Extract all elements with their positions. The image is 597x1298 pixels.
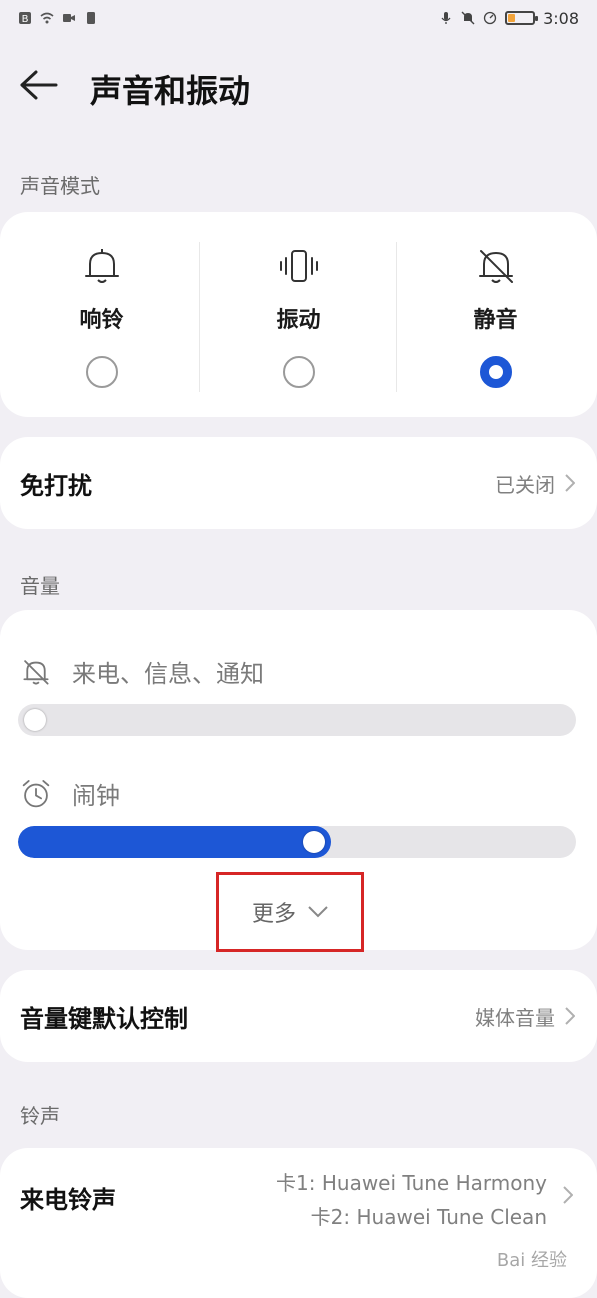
volume-key-row[interactable]: 音量键默认控制 媒体音量 — [0, 970, 597, 1062]
header: 声音和振动 — [0, 54, 597, 118]
volume-alarm-row: 闹钟 — [20, 776, 120, 811]
volume-key-value: 媒体音量 — [475, 1005, 555, 1030]
mic-icon — [441, 12, 451, 24]
more-button[interactable]: 更多 — [216, 872, 364, 952]
chevron-right-icon — [565, 1007, 575, 1025]
chevron-down-icon — [308, 906, 328, 918]
status-right-icons: 3:08 — [439, 9, 579, 28]
chevron-right-icon — [565, 474, 575, 492]
mode-ring[interactable]: 响铃 — [3, 212, 200, 417]
more-label: 更多 — [251, 902, 296, 927]
volume-alarm-label: 闹钟 — [72, 782, 120, 810]
ringtone-values: 卡1: Huawei Tune Harmony 卡2: Huawei Tune … — [276, 1166, 547, 1234]
bell-icon — [84, 249, 119, 283]
chevron-right-icon — [563, 1186, 573, 1204]
volume-key-label: 音量键默认控制 — [20, 1004, 188, 1033]
back-arrow-icon[interactable] — [18, 68, 58, 102]
bell-off-icon — [478, 250, 513, 283]
notification-b-icon: B — [19, 12, 31, 25]
mode-vibrate[interactable]: 振动 — [200, 212, 397, 417]
sim-icon — [87, 12, 95, 24]
watermark-logo: Bai 经验 — [496, 1250, 567, 1271]
svg-text:B: B — [22, 14, 29, 25]
wifi-icon — [40, 12, 54, 24]
mode-silent-label: 静音 — [473, 308, 518, 333]
mute-bell-icon — [461, 11, 475, 25]
bell-off-icon — [23, 659, 49, 685]
volume-notification-slider[interactable] — [18, 704, 576, 736]
ringtone-row[interactable]: 来电铃声 卡1: Huawei Tune Harmony 卡2: Huawei … — [0, 1148, 597, 1298]
alarm-icon — [22, 779, 50, 807]
status-left-icons: B — [18, 11, 98, 25]
volume-card: 来电、信息、通知 闹钟 更多 — [0, 610, 597, 952]
dnd-value: 已关闭 — [495, 472, 555, 497]
mode-ring-label: 响铃 — [79, 308, 124, 333]
status-bar: B 3:08 — [0, 0, 597, 36]
volume-alarm-slider[interactable] — [18, 826, 576, 858]
dnd-label: 免打扰 — [20, 471, 92, 500]
section-label-volume: 音量 — [20, 574, 60, 598]
ringtone-card1: 卡1: Huawei Tune Harmony — [276, 1171, 547, 1195]
sound-mode-card: 响铃 振动 静音 — [0, 212, 597, 417]
page-title: 声音和振动 — [90, 72, 251, 110]
slider-thumb[interactable] — [302, 831, 325, 853]
mode-vibrate-label: 振动 — [276, 308, 321, 333]
volume-notification-row: 来电、信息、通知 — [20, 654, 264, 689]
mode-silent[interactable]: 静音 — [397, 212, 594, 417]
mode-vibrate-radio[interactable] — [282, 356, 315, 388]
mode-ring-radio[interactable] — [85, 356, 118, 388]
slider-thumb[interactable] — [24, 709, 46, 731]
battery-icon — [505, 11, 539, 25]
ringtone-label: 来电铃声 — [20, 1186, 116, 1214]
vibrate-icon — [279, 250, 318, 282]
volume-notification-label: 来电、信息、通知 — [72, 660, 264, 688]
dnd-row[interactable]: 免打扰 已关闭 — [0, 437, 597, 529]
dnd-value-group: 已关闭 — [495, 469, 575, 498]
speed-icon — [483, 11, 497, 25]
slider-fill — [18, 826, 331, 858]
video-icon — [63, 14, 75, 22]
mode-silent-radio[interactable] — [479, 356, 512, 388]
section-label-sound-mode: 声音模式 — [20, 174, 100, 198]
section-label-ringtone: 铃声 — [20, 1104, 60, 1128]
status-time: 3:08 — [543, 8, 579, 28]
ringtone-card2: 卡2: Huawei Tune Clean — [310, 1205, 547, 1229]
volume-key-value-group: 媒体音量 — [475, 1002, 575, 1031]
